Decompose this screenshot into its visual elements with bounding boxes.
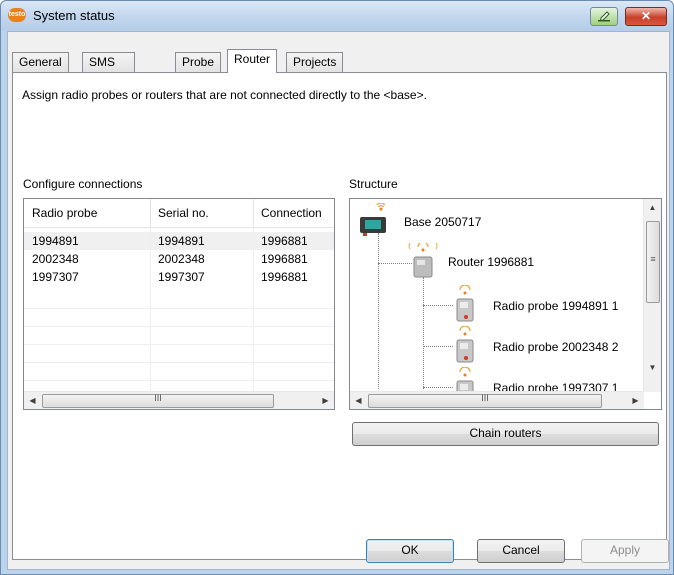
tree-node-label: Radio probe 1994891 1 — [493, 299, 619, 313]
table-row[interactable]: 1997307 1997307 1996881 — [24, 268, 334, 286]
tab-router[interactable]: Router — [227, 49, 278, 73]
connections-list[interactable]: Radio probe Serial no. Connection 199489… — [23, 198, 335, 410]
close-button[interactable]: ✕ — [625, 7, 667, 26]
radio-probe-icon — [456, 285, 474, 322]
list-header: Radio probe Serial no. Connection — [24, 199, 334, 228]
horizontal-scrollbar[interactable]: ◀ III ▶ — [350, 391, 644, 409]
horizontal-scrollbar[interactable]: ◀ III ▶ — [24, 391, 334, 409]
dialog-client-area: General SMS module Probe Router Projects… — [7, 31, 670, 570]
scroll-up-icon[interactable]: ▲ — [644, 199, 661, 216]
column-header-radio-probe[interactable]: Radio probe — [24, 199, 151, 227]
cell-serial-no: 2002348 — [158, 252, 205, 266]
tab-probe[interactable]: Probe — [175, 52, 222, 72]
scroll-right-icon[interactable]: ▶ — [317, 392, 334, 409]
cell-serial-no: 1994891 — [158, 234, 205, 248]
tab-general[interactable]: General — [12, 52, 69, 72]
tree-connector — [423, 346, 453, 347]
cell-radio-probe: 1997307 — [32, 270, 79, 284]
table-row[interactable]: 2002348 2002348 1996881 — [24, 250, 334, 268]
vertical-scrollbar[interactable]: ▲ ≡ ▼ — [643, 199, 661, 392]
scrollbar-thumb[interactable]: ≡ — [646, 221, 660, 303]
cell-connection: 1996881 — [261, 270, 308, 284]
grid-line — [24, 344, 334, 345]
tree-connector — [378, 263, 412, 264]
router-tab-panel: Assign radio probes or routers that are … — [12, 72, 667, 560]
base-station-icon — [360, 203, 386, 236]
scroll-down-icon[interactable]: ▼ — [644, 359, 661, 376]
grid-line — [24, 362, 334, 363]
tree-connector — [378, 233, 379, 389]
grid-line — [24, 308, 334, 309]
close-icon: ✕ — [640, 9, 652, 23]
grid-line — [253, 227, 254, 392]
tree-connector — [423, 387, 453, 388]
testo-app-icon: testo — [8, 8, 26, 22]
cell-connection: 1996881 — [261, 252, 308, 266]
cell-radio-probe: 1994891 — [32, 234, 79, 248]
table-row[interactable]: 1994891 1994891 1996881 — [24, 232, 334, 250]
scrollbar-thumb[interactable]: III — [368, 393, 602, 408]
tree-node-label: Base 2050717 — [404, 215, 482, 229]
chain-routers-button[interactable]: Chain routers — [352, 422, 659, 446]
cell-connection: 1996881 — [261, 234, 308, 248]
window-title: System status — [33, 8, 115, 23]
cell-serial-no: 1997307 — [158, 270, 205, 284]
system-status-window: testo System status ✕ General SMS module… — [0, 0, 674, 575]
pencil-icon — [598, 11, 610, 22]
scroll-left-icon[interactable]: ◀ — [24, 392, 41, 409]
scroll-left-icon[interactable]: ◀ — [350, 392, 367, 409]
ok-button[interactable]: OK — [366, 539, 454, 563]
radio-probe-icon — [456, 326, 474, 363]
cancel-button[interactable]: Cancel — [477, 539, 565, 563]
tree-node-label: Router 1996881 — [448, 255, 535, 269]
scrollbar-thumb[interactable]: III — [42, 393, 274, 408]
structure-label: Structure — [349, 177, 398, 191]
column-header-serial-no[interactable]: Serial no. — [150, 199, 254, 227]
tab-projects[interactable]: Projects — [286, 52, 344, 72]
column-header-connection[interactable]: Connection — [253, 199, 334, 227]
apply-button[interactable]: Apply — [581, 539, 669, 563]
cell-radio-probe: 2002348 — [32, 252, 79, 266]
grid-line — [24, 380, 334, 381]
grid-line — [150, 227, 151, 392]
title-bar[interactable]: testo System status ✕ — [1, 1, 673, 31]
scroll-right-icon[interactable]: ▶ — [627, 392, 644, 409]
edit-button[interactable] — [590, 7, 618, 26]
tree-connector — [423, 277, 424, 389]
description-text: Assign radio probes or routers that are … — [22, 88, 427, 102]
grid-line — [24, 326, 334, 327]
tab-sms-module[interactable]: SMS module — [82, 52, 136, 88]
router-icon — [408, 243, 438, 278]
structure-tree[interactable]: Base 2050717 Router 1996881 Radio probe … — [349, 198, 662, 410]
configure-connections-label: Configure connections — [23, 177, 143, 191]
tree-connector — [423, 305, 453, 306]
tree-node-label: Radio probe 2002348 2 — [493, 340, 619, 354]
